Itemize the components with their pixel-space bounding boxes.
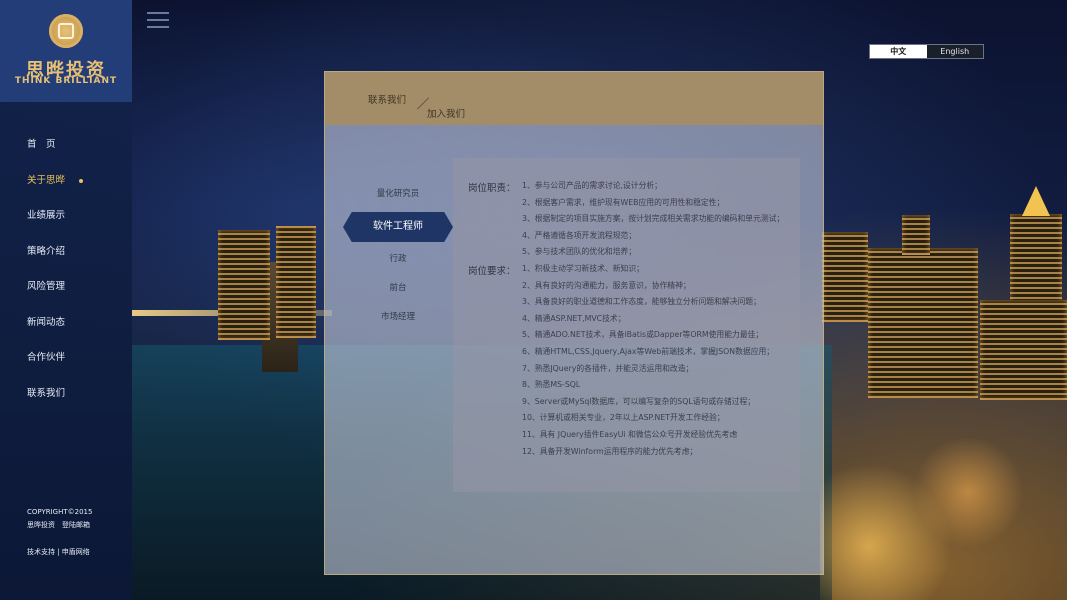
logo-emblem-icon [49, 14, 83, 48]
nav-item-strategy[interactable]: 策略介绍 [0, 237, 132, 273]
list-item: 7、熟悉JQuery的各插件，并能灵活运用和改造； [522, 363, 694, 373]
city-lights [820, 420, 1067, 600]
duties-label: 岗位职责： [468, 183, 516, 194]
list-item: 3、具备良好的职业道德和工作态度，能够独立分析问题和解决问题； [522, 297, 761, 307]
tech-support[interactable]: 技术支持 | 申盾网络 [27, 547, 90, 557]
job-detail: 岗位职责： 1、参与公司产品的需求讨论,设计分析； 2、根据客户需求，维护现有W… [453, 158, 800, 492]
active-dot-icon [79, 178, 83, 183]
list-item: 1、参与公司产品的需求讨论,设计分析； [522, 181, 662, 190]
building [276, 226, 316, 338]
list-item: 11、具有 JQuery插件EasyUi 和微信公众号开发经验优先考虑 [522, 429, 738, 439]
building [902, 215, 930, 255]
list-item: 4、精通ASP.NET,MVC技术； [522, 313, 626, 323]
building [868, 248, 978, 398]
nav-item-partners[interactable]: 合作伙伴 [0, 343, 132, 379]
list-item: 5、精通ADO.NET技术，具备iBatis或Dapper等ORM使用能力最佳； [522, 330, 764, 340]
nav-item-risk[interactable]: 风险管理 [0, 272, 132, 308]
breadcrumb-parent[interactable]: 联系我们 [368, 92, 406, 106]
building [1010, 214, 1062, 304]
sidebar: 思晔投资 THINK BRILLIANT 首 页 关于思晔 业绩展示 策略介绍 … [0, 0, 132, 600]
job-tab-quant-researcher[interactable]: 量化研究员 [343, 180, 453, 209]
list-item: 3、根据制定的项目实施方案，按计划完成相关需求功能的编码和单元测试； [522, 214, 785, 224]
job-tab-software-engineer[interactable]: 软件工程师 [343, 212, 453, 242]
hamburger-menu-icon[interactable] [147, 12, 169, 32]
nav-item-about[interactable]: 关于思晔 [0, 166, 132, 202]
requirements-list: 1、积极主动学习新技术、新知识； 2、具有良好的沟通能力，服务意识，协作精神； … [522, 261, 797, 460]
footer-links[interactable]: 思晔投资 登陆邮箱 [27, 519, 92, 532]
job-list: 量化研究员 软件工程师 行政 前台 市场经理 [343, 180, 453, 332]
nav-item-contact[interactable]: 联系我们 [0, 379, 132, 415]
list-item: 12、具备开发Winform运用程序的能力优先考虑； [522, 446, 698, 456]
breadcrumb: 联系我们 加入我们 [325, 72, 823, 125]
language-zh-button[interactable]: 中文 [870, 45, 927, 58]
list-item: 8、熟悉MS-SQL [522, 380, 581, 390]
nav-item-news[interactable]: 新闻动态 [0, 308, 132, 344]
nav-item-performance[interactable]: 业绩展示 [0, 201, 132, 237]
logo-name-en: THINK BRILLIANT [14, 76, 118, 86]
job-tab-admin[interactable]: 行政 [343, 245, 453, 274]
job-tab-reception[interactable]: 前台 [343, 274, 453, 303]
list-item: 2、具有良好的沟通能力，服务意识，协作精神； [522, 280, 691, 290]
language-en-button[interactable]: English [926, 45, 983, 58]
building [218, 230, 270, 340]
list-item: 9、Server或MySql数据库，可以编写复杂的SQL语句或存储过程； [522, 396, 756, 406]
content-panel: 联系我们 加入我们 量化研究员 软件工程师 行政 前台 市场经理 岗位职责： 1… [324, 71, 824, 575]
building-spire [1022, 186, 1050, 216]
list-item: 1、积极主动学习新技术、新知识； [522, 264, 644, 273]
list-item: 4、严格遵循各项开发流程规范； [522, 230, 637, 240]
duties-list: 1、参与公司产品的需求讨论,设计分析； 2、根据客户需求，维护现有WEB应用的可… [522, 178, 797, 261]
list-item: 2、根据客户需求，维护现有WEB应用的可用性和稳定性； [522, 197, 725, 207]
requirements-label: 岗位要求： [468, 266, 516, 277]
copyright-text: COPYRIGHT©2015 [27, 508, 93, 516]
job-tab-marketing-manager[interactable]: 市场经理 [343, 303, 453, 332]
breadcrumb-current: 加入我们 [427, 109, 466, 120]
list-item: 5、参与技术团队的优化和培养； [522, 247, 637, 257]
main-nav: 首 页 关于思晔 业绩展示 策略介绍 风险管理 新闻动态 合作伙伴 联系我们 [0, 130, 132, 414]
copyright: COPYRIGHT©2015 思晔投资 登陆邮箱 [27, 506, 92, 532]
building [822, 232, 868, 322]
building [980, 300, 1067, 400]
nav-item-home[interactable]: 首 页 [0, 130, 132, 166]
logo[interactable]: 思晔投资 THINK BRILLIANT [0, 0, 132, 102]
list-item: 6、精通HTML,CSS,Jquery,Ajax等Web前端技术，掌握JSON数… [522, 346, 775, 356]
language-switch: 中文 English [869, 44, 984, 59]
list-item: 10、计算机或相关专业，2年以上ASP.NET开发工作经验； [522, 413, 725, 423]
